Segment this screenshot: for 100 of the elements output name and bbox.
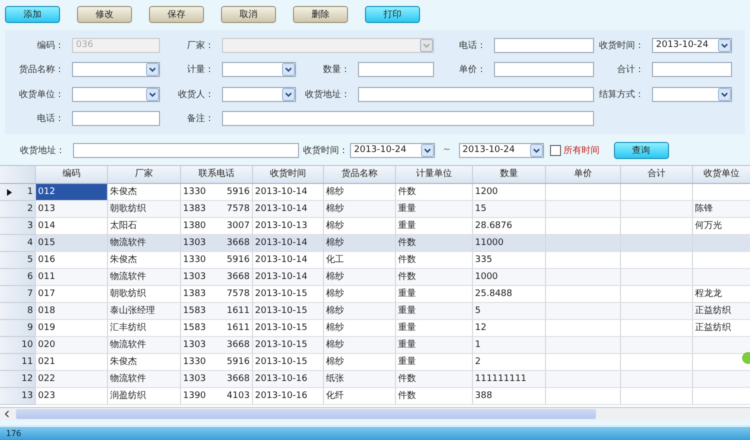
table-cell: 重量 xyxy=(395,201,472,218)
table-cell: 28.6876 xyxy=(472,218,545,235)
table-cell: 正益纺织 xyxy=(692,320,750,337)
dropdown-field[interactable] xyxy=(222,86,296,102)
checkbox[interactable] xyxy=(550,144,561,156)
row-header[interactable]: 4 xyxy=(0,235,35,252)
column-header[interactable]: 单价 xyxy=(545,166,620,183)
table-cell: 023 xyxy=(35,388,107,405)
input-field[interactable] xyxy=(222,111,594,126)
table-cell: 2013-10-14 xyxy=(252,184,323,201)
row-header[interactable]: 7 xyxy=(0,286,35,303)
table-cell: 15 xyxy=(472,201,545,218)
dropdown-field[interactable] xyxy=(72,86,160,102)
table-cell: 物流软件 xyxy=(107,269,180,286)
table-cell: 棉纱 xyxy=(323,320,395,337)
checkbox-label[interactable]: 所有时间 xyxy=(564,144,600,156)
toolbar-button[interactable]: 打印 xyxy=(365,6,420,23)
dropdown-field[interactable] xyxy=(652,86,732,102)
table-cell: 重量 xyxy=(395,354,472,371)
table-cell: 5 xyxy=(472,303,545,320)
table-cell: 棉纱 xyxy=(323,184,395,201)
row-header[interactable]: 3 xyxy=(0,218,35,235)
table-cell: 016 xyxy=(35,252,107,269)
table-cell: 11000 xyxy=(472,235,545,252)
table-cell xyxy=(692,337,750,354)
table-cell: 1390 4103 xyxy=(180,388,252,405)
table-cell: 物流软件 xyxy=(107,371,180,388)
table-cell: 汇丰纺织 xyxy=(107,320,180,337)
table-cell: 335 xyxy=(472,252,545,269)
row-header[interactable]: 2 xyxy=(0,201,35,218)
table-cell: 2013-10-15 xyxy=(252,354,323,371)
column-header[interactable]: 数量 xyxy=(472,166,545,183)
table-cell: 1330 5916 xyxy=(180,354,252,371)
table-cell xyxy=(620,201,692,218)
field-label: 结算方式： xyxy=(598,88,645,101)
table-cell: 2013-10-15 xyxy=(252,320,323,337)
row-header[interactable]: 11 xyxy=(0,354,35,371)
table-cell: 件数 xyxy=(395,388,472,405)
date-dropdown[interactable]: 2013-10-24 xyxy=(350,142,435,158)
column-header[interactable]: 编码 xyxy=(35,166,107,183)
dropdown-field[interactable]: 2013-10-24 xyxy=(652,38,732,53)
table-cell: 1303 3668 xyxy=(180,371,252,388)
table-cell: 017 xyxy=(35,286,107,303)
table-cell: 1 xyxy=(472,337,545,354)
table-cell: 1383 7578 xyxy=(180,286,252,303)
table-cell xyxy=(620,218,692,235)
toolbar-button[interactable]: 修改 xyxy=(77,6,132,23)
dropdown-field[interactable] xyxy=(72,62,160,78)
status-text: 176 xyxy=(6,429,22,438)
toolbar-button[interactable]: 删除 xyxy=(293,6,348,23)
column-header[interactable]: 厂家 xyxy=(107,166,180,183)
table-cell: 太阳石 xyxy=(107,218,180,235)
column-header[interactable]: 联系电话 xyxy=(180,166,252,183)
field-label: 电话： xyxy=(458,40,487,52)
input-field[interactable] xyxy=(358,62,434,78)
column-header[interactable]: 货品名称 xyxy=(323,166,395,183)
table-cell xyxy=(692,235,750,252)
table-cell: 件数 xyxy=(395,269,472,286)
range-separator: ~ xyxy=(443,145,451,155)
row-header[interactable]: 1 xyxy=(0,184,35,201)
date-dropdown[interactable]: 2013-10-24 xyxy=(458,142,544,158)
toolbar-button[interactable]: 取消 xyxy=(221,6,276,23)
input-field[interactable] xyxy=(494,38,594,53)
table-cell: 020 xyxy=(35,337,107,354)
table-cell: 2013-10-16 xyxy=(252,371,323,388)
table-cell xyxy=(692,354,750,371)
toolbar-button[interactable]: 添加 xyxy=(5,6,60,23)
dropdown-field[interactable] xyxy=(222,62,296,78)
row-header[interactable]: 9 xyxy=(0,320,35,337)
row-header[interactable]: 10 xyxy=(0,337,35,354)
table-cell xyxy=(620,371,692,388)
row-header[interactable]: 13 xyxy=(0,388,35,405)
row-header[interactable]: 6 xyxy=(0,269,35,286)
table-cell: 正益纺织 xyxy=(692,303,750,320)
row-header[interactable]: 8 xyxy=(0,303,35,320)
column-header[interactable]: 收货单位 xyxy=(692,166,750,183)
horizontal-scrollbar[interactable] xyxy=(0,407,750,420)
scroll-left-icon[interactable] xyxy=(4,410,10,418)
table-cell: 件数 xyxy=(395,235,472,252)
row-header[interactable]: 12 xyxy=(0,371,35,388)
input-field[interactable] xyxy=(358,86,594,102)
table-cell: 2013-10-15 xyxy=(252,337,323,354)
input-field[interactable] xyxy=(72,111,160,126)
field-label: 单价： xyxy=(458,64,487,76)
input-field[interactable] xyxy=(494,62,594,78)
search-button[interactable]: 查询 xyxy=(614,142,669,158)
table-cell: 1000 xyxy=(472,269,545,286)
round-icon[interactable] xyxy=(742,349,750,367)
row-header[interactable]: 5 xyxy=(0,252,35,269)
input-field[interactable] xyxy=(73,142,299,158)
row-pointer-icon xyxy=(7,189,12,196)
table-cell xyxy=(692,184,750,201)
input-field[interactable] xyxy=(652,62,732,78)
table-cell: 1303 3668 xyxy=(180,337,252,354)
column-header[interactable]: 合计 xyxy=(620,166,692,183)
column-header[interactable]: 收货时间 xyxy=(252,166,323,183)
column-header[interactable]: 计量单位 xyxy=(395,166,472,183)
table-cell: 件数 xyxy=(395,371,472,388)
field-label: 数量： xyxy=(322,64,351,76)
toolbar-button[interactable]: 保存 xyxy=(149,6,204,23)
